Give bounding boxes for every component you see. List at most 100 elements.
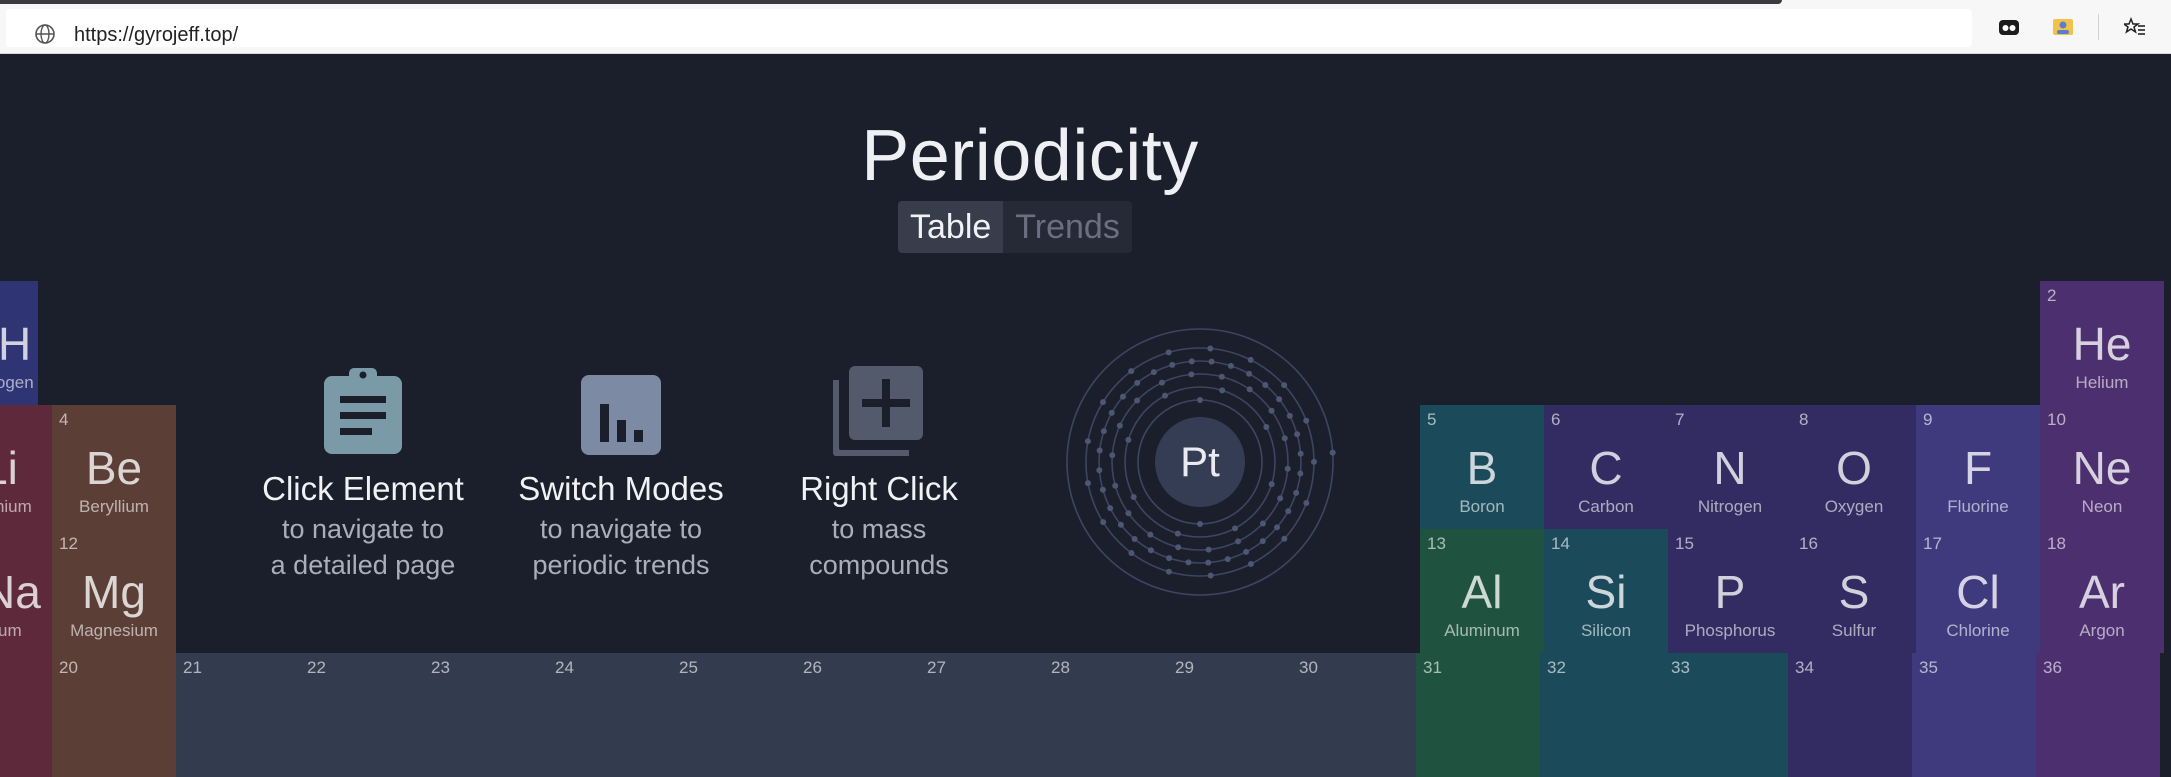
element-tile-25[interactable]: 25 [672, 653, 796, 777]
electron [1108, 409, 1115, 416]
element-tile-potassium[interactable] [0, 653, 52, 777]
element-tile-carbon[interactable]: 6 C Carbon [1544, 405, 1668, 529]
element-tile-34[interactable]: 34 [1788, 653, 1912, 777]
electron [1084, 438, 1091, 445]
electron [1188, 358, 1195, 365]
electron [1197, 397, 1203, 403]
element-name: Beryllium [79, 497, 149, 516]
element-symbol: P [1714, 566, 1746, 618]
element-name: Magnesium [70, 621, 158, 640]
electron [1130, 493, 1137, 500]
element-tile-28[interactable]: 28 [1044, 653, 1168, 777]
element-tile-calcium[interactable]: 20 [52, 653, 176, 777]
element-tile-aluminum[interactable]: 13 Al Aluminum [1420, 529, 1544, 653]
electron [1158, 379, 1165, 386]
element-name: Hydrogen [0, 373, 34, 392]
mode-switch: Table Trends [898, 201, 1132, 253]
element-tile-chlorine[interactable]: 17 Cl Chlorine [1916, 529, 2040, 653]
electron [1219, 387, 1226, 394]
element-symbol: Cl [1956, 566, 2000, 618]
element-tile-27[interactable]: 27 [920, 653, 1044, 777]
element-number: 31 [1423, 658, 1442, 677]
element-tile-fluorine[interactable]: 9 F Fluorine [1916, 405, 2040, 529]
mode-tab-trends[interactable]: Trends [1003, 201, 1132, 253]
profile-extension-icon[interactable] [2050, 14, 2076, 40]
element-tile-33[interactable]: 33 [1664, 653, 1788, 777]
element-number: 13 [1427, 534, 1446, 553]
element-tile-lithium[interactable]: Li Lithium [0, 405, 52, 529]
element-symbol: H [0, 318, 32, 370]
element-tile-26[interactable]: 26 [796, 653, 920, 777]
element-number: 32 [1547, 658, 1566, 677]
url-text[interactable]: https://gyrojeff.top/ [74, 24, 238, 47]
element-tile-22[interactable]: 22 [300, 653, 424, 777]
element-tile-beryllium[interactable]: 4 Be Beryllium [52, 405, 176, 529]
browser-toolbar: https://gyrojeff.top/ [0, 0, 2171, 54]
element-tile-helium[interactable]: 2 He Helium [2040, 281, 2164, 405]
electron [1281, 435, 1288, 442]
element-tile-phosphorus[interactable]: 15 P Phosphorus [1668, 529, 1792, 653]
electron [1276, 396, 1283, 403]
element-symbol: N [1713, 442, 1747, 494]
element-symbol: Mg [82, 566, 146, 618]
element-name: Neon [2081, 497, 2123, 516]
electron [1207, 572, 1214, 579]
element-tile-29[interactable]: 29 [1168, 653, 1292, 777]
element-symbol: O [1836, 442, 1872, 494]
electron [1125, 510, 1132, 517]
electron [1134, 379, 1141, 386]
element-number: 5 [1427, 410, 1437, 429]
element-tile-31[interactable]: 31 [1416, 653, 1540, 777]
bohr-atom-model[interactable]: Pt [1060, 322, 1340, 602]
electron [1286, 412, 1293, 419]
element-tile-neon[interactable]: 10 Ne Neon [2040, 405, 2164, 529]
extension-icon[interactable] [1996, 14, 2022, 40]
element-symbol: B [1466, 442, 1498, 494]
element-number: 22 [307, 658, 326, 677]
electron [1100, 399, 1106, 406]
electron [1174, 530, 1181, 537]
electron [1263, 424, 1270, 431]
element-number: 17 [1923, 534, 1942, 553]
electron [1247, 560, 1254, 567]
element-tile-32[interactable]: 32 [1540, 653, 1664, 777]
electron [1246, 386, 1253, 393]
element-symbol: Al [1461, 566, 1503, 618]
electron [1285, 508, 1292, 515]
element-symbol: S [1838, 566, 1870, 618]
element-tile-24[interactable]: 24 [548, 653, 672, 777]
hint-line: to navigate to [539, 514, 703, 544]
element-tile-oxygen[interactable]: 8 O Oxygen [1792, 405, 1916, 529]
favorites-icon[interactable] [2122, 14, 2148, 40]
electron [1268, 481, 1275, 488]
element-tile-silicon[interactable]: 14 Si Silicon [1544, 529, 1668, 653]
electron [1303, 417, 1310, 424]
hint-heading: Click Element [262, 470, 464, 507]
element-name: Oxygen [1824, 497, 1884, 516]
mode-tab-table[interactable]: Table [898, 201, 1004, 253]
element-tile-35[interactable]: 35 [1912, 653, 2036, 777]
electron [1268, 407, 1275, 414]
element-symbol: Na [0, 566, 41, 618]
electron [1294, 431, 1301, 438]
element-tile-sulfur[interactable]: 16 S Sulfur [1792, 529, 1916, 653]
element-tile-argon[interactable]: 18 Ar Argon [2040, 529, 2164, 653]
element-tile-36[interactable]: 36 [2036, 653, 2160, 777]
element-tile-nitrogen[interactable]: 7 N Nitrogen [1668, 405, 1792, 529]
element-tile-boron[interactable]: 5 B Boron [1420, 405, 1544, 529]
element-tile-magnesium[interactable]: 12 Mg Magnesium [52, 529, 176, 653]
element-number: 6 [1551, 410, 1561, 429]
element-tile-23[interactable]: 23 [424, 653, 548, 777]
electron [1329, 449, 1336, 456]
address-bar[interactable]: https://gyrojeff.top/ [6, 9, 1972, 47]
globe-icon [34, 23, 56, 49]
element-symbol: Si [1585, 566, 1627, 618]
element-tile-hydrogen[interactable]: H Hydrogen [0, 281, 38, 405]
element-number: 14 [1551, 534, 1570, 553]
hint-line: a detailed page [270, 550, 456, 580]
element-number: 2 [2047, 286, 2057, 305]
element-tile-sodium[interactable]: Na Sodium [0, 529, 52, 653]
element-tile-21[interactable]: 21 [176, 653, 300, 777]
element-tile-30[interactable]: 30 [1292, 653, 1416, 777]
hint-switch-modes: Switch Modes to navigate to periodic tre… [491, 360, 751, 580]
